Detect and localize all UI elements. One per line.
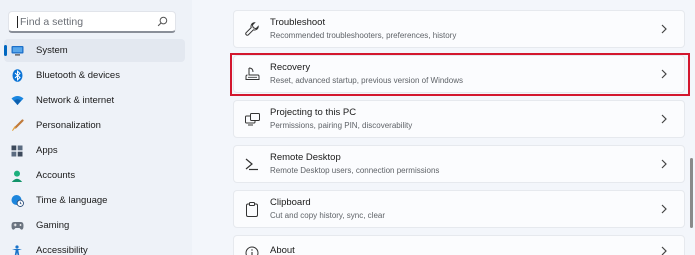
chevron-right-icon [658,158,670,170]
active-indicator [4,45,7,56]
sidebar-item-accessibility[interactable]: Accessibility [4,239,185,255]
sidebar-item-label: Time & language [36,195,108,206]
chevron-right-icon [658,23,670,35]
sidebar-item-time-language[interactable]: Time & language [4,189,185,212]
sidebar-item-label: Gaming [36,220,70,231]
item-title: About [270,245,295,255]
wifi-icon [10,94,24,108]
gamepad-icon [10,219,24,233]
sidebar-item-label: Personalization [36,120,101,131]
chevron-right-icon [658,245,670,255]
item-description: Remote Desktop users, connection permiss… [270,166,440,175]
item-description: Reset, advanced startup, previous versio… [270,76,463,85]
scrollbar[interactable] [690,158,693,228]
sidebar-item-system[interactable]: System [4,39,185,62]
item-description: Permissions, pairing PIN, discoverabilit… [270,121,413,130]
item-title: Clipboard [270,197,311,208]
recovery-icon [244,66,260,82]
apps-icon [10,144,24,158]
item-title: Projecting to this PC [270,107,357,118]
item-description: Recommended troubleshooters, preferences… [270,31,457,40]
search-placeholder: Find a setting [20,15,84,28]
brush-icon [10,119,24,133]
globe-clock-icon [10,194,24,208]
sidebar-item-label: Accessibility [36,245,88,255]
text-caret [17,15,18,28]
chevron-right-icon [658,203,670,215]
remote-desktop-icon [244,156,260,172]
clipboard-icon [244,201,260,217]
search-icon[interactable] [155,15,169,29]
sidebar-item-label: System [36,45,68,56]
item-title: Troubleshoot [270,17,326,28]
troubleshoot-item[interactable]: Troubleshoot Recommended troubleshooters… [233,10,685,48]
sidebar-item-bluetooth[interactable]: Bluetooth & devices [4,64,185,87]
recovery-item[interactable]: Recovery Reset, advanced startup, previo… [233,55,685,93]
system-icon [10,44,24,58]
bluetooth-icon [10,69,24,83]
sidebar-item-label: Accounts [36,170,76,181]
accessibility-icon [10,244,24,255]
sidebar-item-label: Bluetooth & devices [36,70,120,81]
search-input[interactable]: Find a setting [8,11,176,33]
sidebar: Find a setting System Bluetooth & device… [0,0,192,255]
sidebar-item-label: Network & internet [36,95,115,106]
remote-desktop-item[interactable]: Remote Desktop Remote Desktop users, con… [233,145,685,183]
person-icon [10,169,24,183]
item-title: Remote Desktop [270,152,341,163]
sidebar-item-apps[interactable]: Apps [4,139,185,162]
info-icon [244,245,260,255]
chevron-right-icon [658,68,670,80]
clipboard-item[interactable]: Clipboard Cut and copy history, sync, cl… [233,190,685,228]
projecting-item[interactable]: Projecting to this PC Permissions, pairi… [233,100,685,138]
sidebar-item-gaming[interactable]: Gaming [4,214,185,237]
sidebar-item-accounts[interactable]: Accounts [4,164,185,187]
wrench-icon [244,21,260,37]
about-item[interactable]: About [233,235,685,255]
chevron-right-icon [658,113,670,125]
projector-icon [244,111,260,127]
sidebar-item-label: Apps [36,145,58,156]
item-description: Cut and copy history, sync, clear [270,211,386,220]
sidebar-item-personalization[interactable]: Personalization [4,114,185,137]
item-title: Recovery [270,62,311,73]
sidebar-item-network[interactable]: Network & internet [4,89,185,112]
